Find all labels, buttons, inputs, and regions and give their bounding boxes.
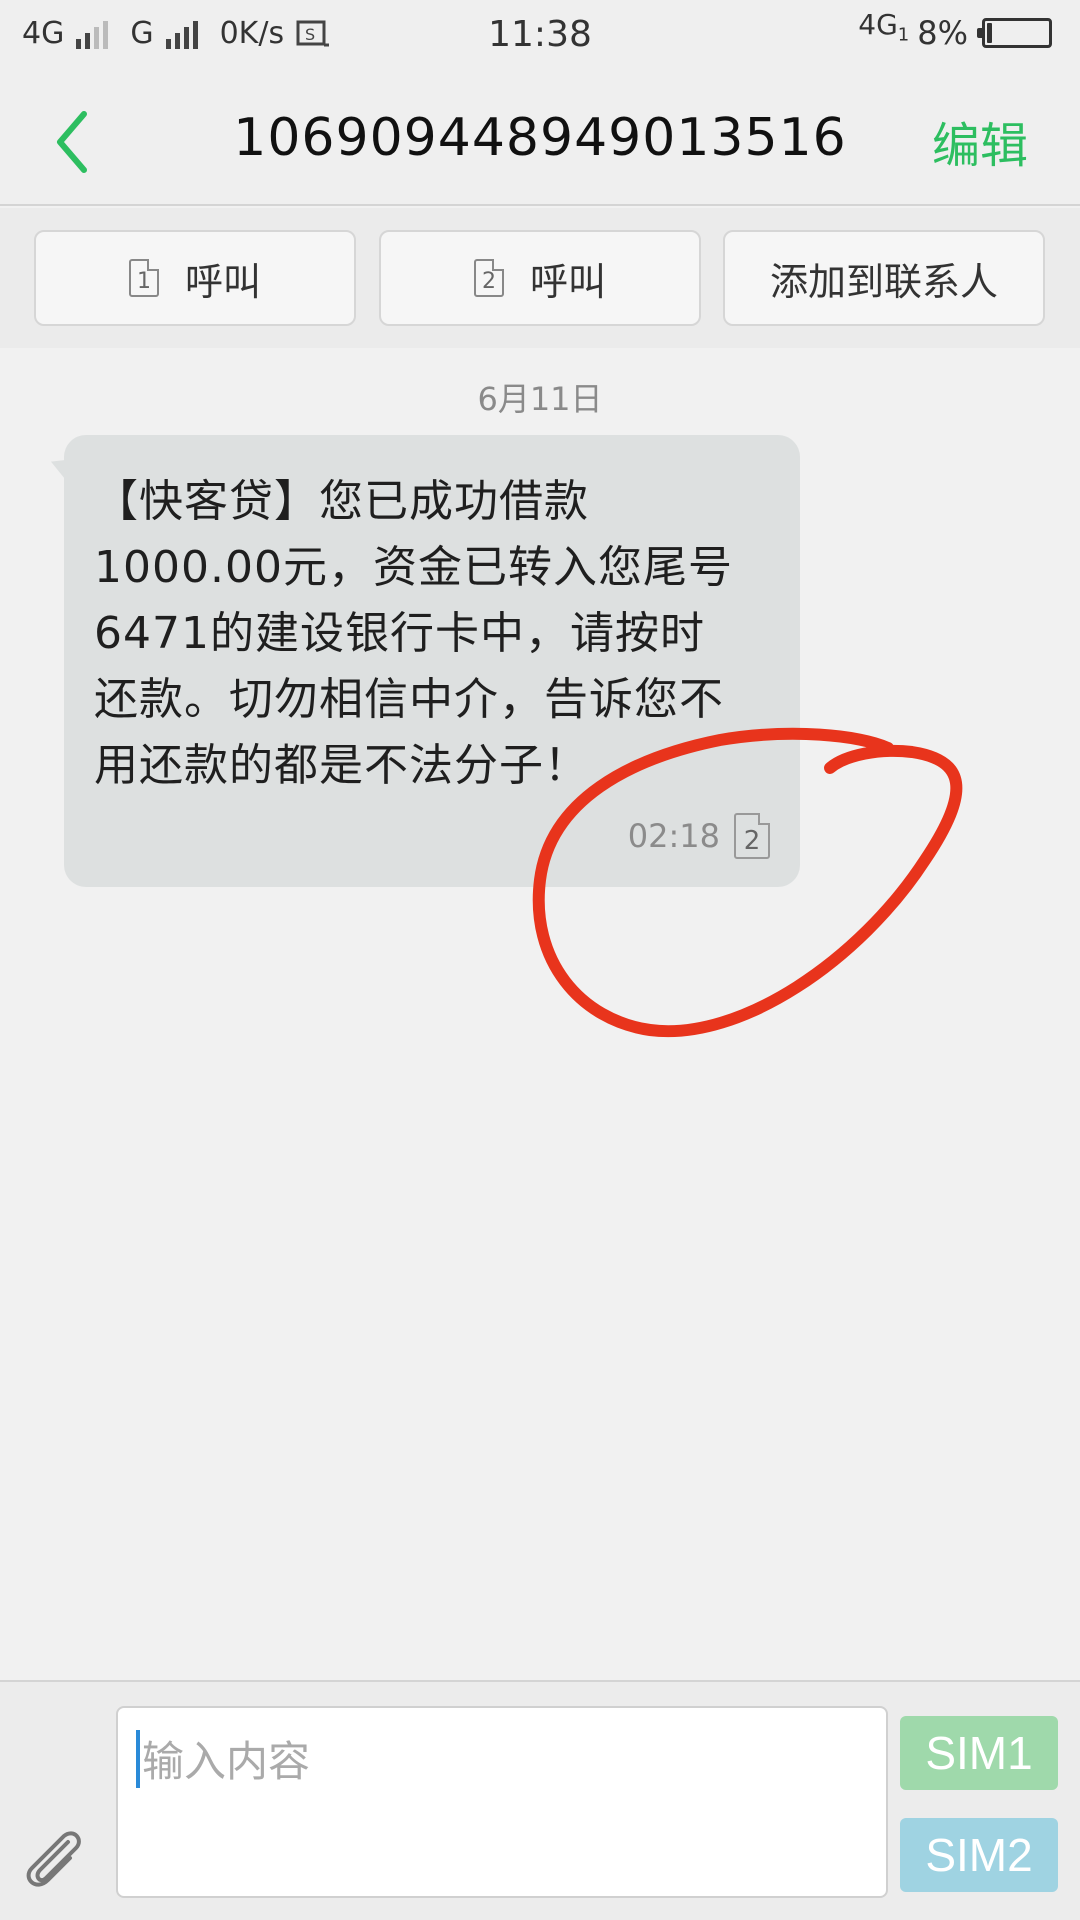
call-label: 呼叫	[529, 259, 606, 304]
message-meta: 02:18 2	[628, 813, 770, 859]
add-contact-label: 添加到联系人	[769, 259, 998, 304]
message-time: 02:18	[627, 817, 720, 855]
sim-card-icon: 1	[128, 259, 159, 297]
paperclip-icon	[26, 1831, 81, 1887]
message-date: 6月11日	[477, 380, 603, 418]
message-line: 1000.00元，资金已转入您尾号	[94, 542, 733, 593]
network-type-right: 4G1	[858, 8, 910, 46]
call-sim1-button[interactable]: 1 呼叫	[34, 230, 356, 326]
message-line: 用还款的都是不法分子！	[94, 740, 589, 791]
message-line: 6471的建设银行卡中，请按时	[94, 608, 705, 659]
message-line: 还款。切勿相信中介，告诉您不	[94, 674, 724, 725]
call-label: 呼叫	[184, 259, 261, 304]
message-text: 【快客贷】您已成功借款 1000.00元，资金已转入您尾号 6471的建设银行卡…	[94, 469, 770, 799]
battery-percent: 8%	[917, 14, 968, 52]
input-placeholder: 输入内容	[142, 1737, 311, 1786]
add-to-contacts-button[interactable]: 添加到联系人	[723, 230, 1045, 326]
status-bar: 4G G 0K/s S 11:38 4G1 8%	[0, 0, 1080, 72]
sender-number: 106909448949013516	[233, 108, 847, 168]
conversation-header: 106909448949013516 编辑	[0, 72, 1080, 206]
status-right: 4G1 8%	[858, 8, 1052, 52]
send-sim2-button[interactable]: SIM2	[900, 1818, 1058, 1892]
message-input[interactable]: 输入内容	[116, 1706, 888, 1898]
sim-card-icon: 2	[473, 259, 504, 297]
edit-button[interactable]: 编辑	[932, 106, 1028, 176]
message-line: 【快客贷】您已成功借款	[94, 476, 589, 527]
attachment-button[interactable]	[18, 1822, 88, 1892]
battery-icon	[977, 18, 1052, 48]
text-caret	[136, 1730, 140, 1788]
message-bubble[interactable]: 【快客贷】您已成功借款 1000.00元，资金已转入您尾号 6471的建设银行卡…	[64, 435, 800, 887]
send-sim1-button[interactable]: SIM1	[900, 1716, 1058, 1790]
call-sim2-button[interactable]: 2 呼叫	[379, 230, 701, 326]
contact-actions: 1 呼叫 2 呼叫 添加到联系人	[0, 208, 1080, 348]
composer-bar: 输入内容 SIM1 SIM2	[0, 1680, 1080, 1920]
sim-card-icon: 2	[734, 813, 770, 859]
